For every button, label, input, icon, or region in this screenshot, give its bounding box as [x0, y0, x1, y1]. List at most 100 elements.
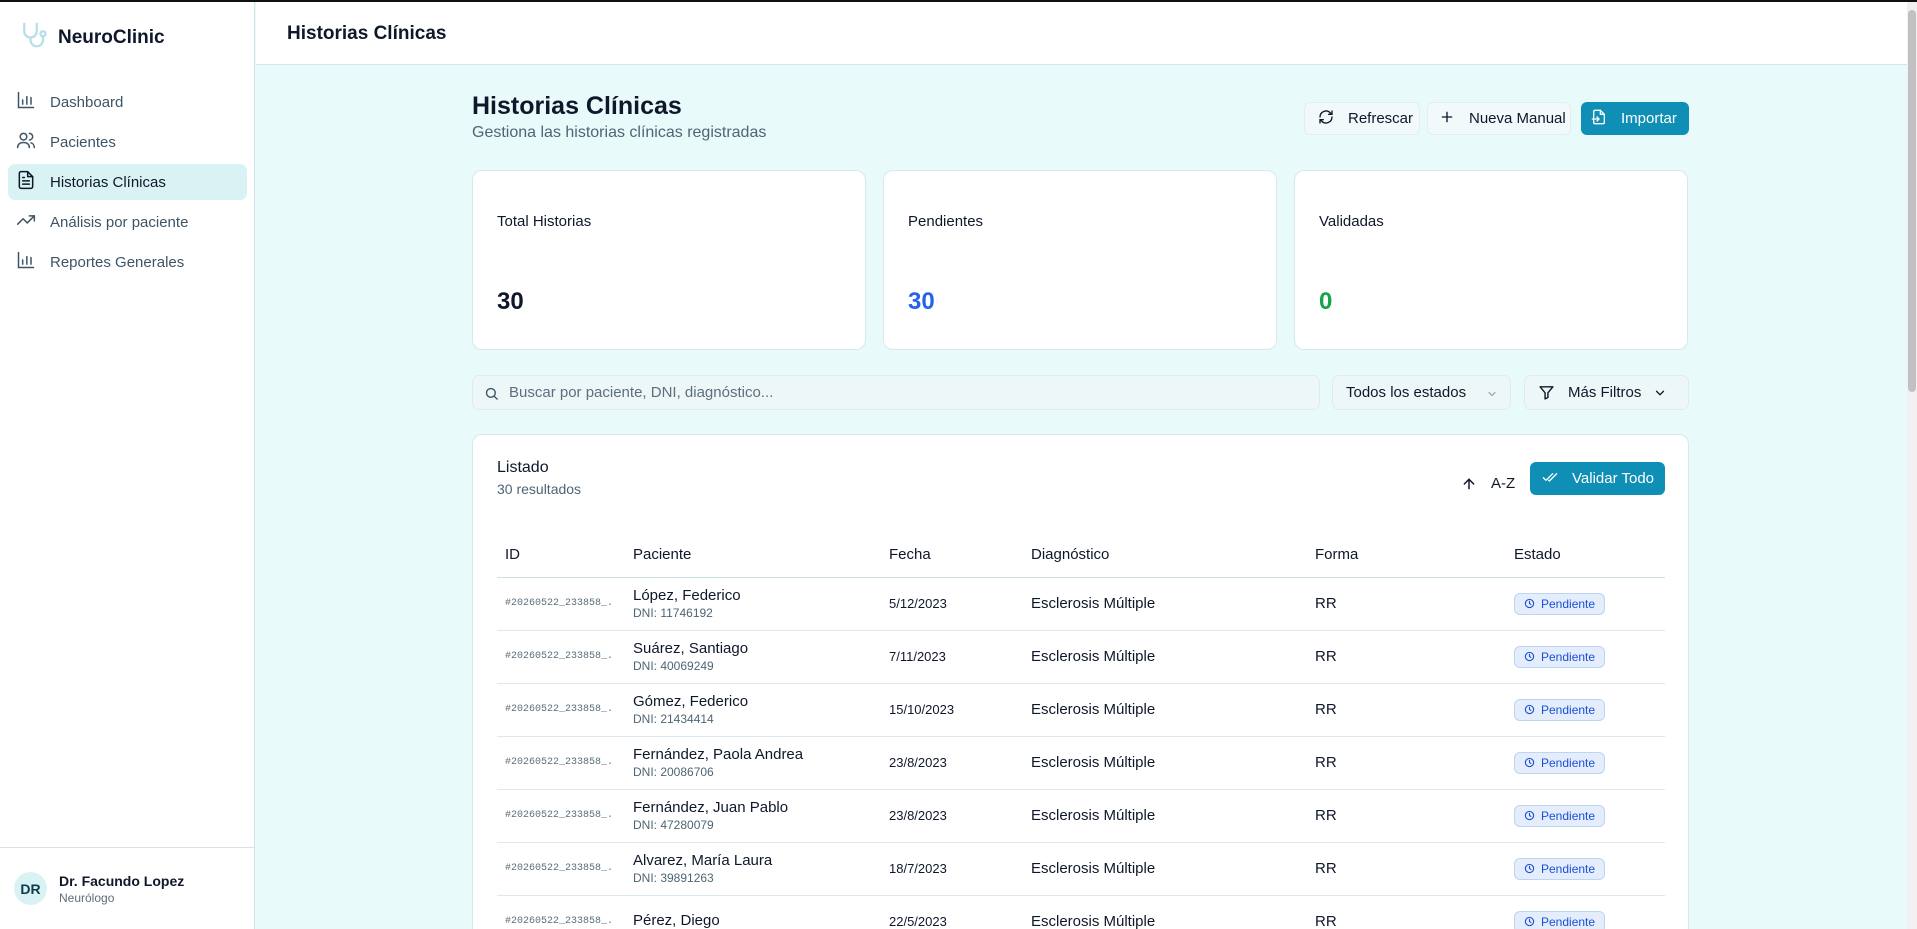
patient-name[interactable]: Fernández, Juan Pablo: [633, 799, 881, 816]
column-header-estado[interactable]: Estado: [1506, 533, 1665, 578]
patient-name[interactable]: López, Federico: [633, 587, 881, 604]
file-text-icon: [16, 170, 36, 194]
status-badge: Pendiente: [1514, 857, 1606, 880]
record-id: #20260522_233858_...: [505, 810, 615, 821]
sidebar-nav: Dashboard Pacientes Historias Clínicas A…: [8, 84, 247, 284]
sidebar-item-label: Reportes Generales: [50, 253, 185, 271]
user-role: Neurólogo: [59, 890, 115, 905]
results-count: 30 resultados: [497, 481, 582, 497]
cell-forma: RR: [1307, 736, 1506, 790]
column-header-forma[interactable]: Forma: [1307, 533, 1506, 578]
cell-id: #20260522_233858_...: [497, 789, 625, 843]
patient-dni: DNI: 40069249: [633, 659, 714, 673]
patient-name[interactable]: Alvarez, María Laura: [633, 852, 881, 869]
stat-value: 0: [1319, 288, 1333, 315]
sort-az-button[interactable]: A-Z: [1453, 468, 1517, 499]
table-row[interactable]: #20260522_233858_... Pérez, Diego 22/5/2…: [497, 895, 1665, 929]
import-button[interactable]: Importar: [1581, 102, 1689, 135]
brand[interactable]: NeuroClinic: [18, 20, 165, 55]
refresh-icon: [1318, 109, 1334, 129]
scrollbar-thumb[interactable]: [1908, 10, 1916, 392]
clock-icon: [1524, 651, 1535, 662]
status-badge: Pendiente: [1514, 910, 1606, 929]
stat-label: Validadas: [1319, 213, 1384, 230]
more-filters-button[interactable]: Más Filtros: [1524, 375, 1689, 410]
sidebar-item-label: Análisis por paciente: [50, 213, 189, 231]
status-label: Pendiente: [1541, 808, 1596, 823]
patient-dni: DNI: 47280079: [633, 818, 714, 832]
refresh-button[interactable]: Refrescar: [1304, 102, 1420, 135]
stat-label: Total Historias: [497, 213, 592, 230]
page-title: Historias Clínicas: [472, 92, 682, 120]
column-header-id[interactable]: ID: [497, 533, 625, 578]
cell-diagnostico: Esclerosis Múltiple: [1023, 736, 1307, 790]
cell-diagnostico: Esclerosis Múltiple: [1023, 789, 1307, 843]
table-row[interactable]: #20260522_233858_... Fernández, Juan Pab…: [497, 789, 1665, 843]
patient-dni: DNI: 11746192: [633, 606, 713, 620]
cell-fecha: 7/11/2023: [881, 630, 1023, 684]
sidebar-item-pacientes[interactable]: Pacientes: [8, 124, 247, 160]
column-header-paciente[interactable]: Paciente: [625, 533, 881, 578]
record-id: #20260522_233858_...: [505, 863, 615, 874]
stat-value: 30: [497, 288, 524, 315]
patient-name[interactable]: Suárez, Santiago: [633, 640, 881, 657]
search-box: [472, 375, 1320, 410]
filter-icon: [1538, 384, 1555, 401]
sidebar-item-dashboard[interactable]: Dashboard: [8, 84, 247, 120]
status-badge: Pendiente: [1514, 804, 1606, 827]
list-title: Listado: [497, 459, 549, 476]
cell-paciente: López, Federico DNI: 11746192: [625, 577, 881, 631]
cell-forma: RR: [1307, 683, 1506, 737]
cell-estado: Pendiente: [1506, 577, 1665, 631]
cell-id: #20260522_233858_...: [497, 895, 625, 929]
sidebar-item-analisis-por-paciente[interactable]: Análisis por paciente: [8, 204, 247, 240]
cell-forma: RR: [1307, 789, 1506, 843]
status-label: Pendiente: [1541, 861, 1596, 876]
patient-dni: DNI: 20086706: [633, 765, 714, 779]
new-manual-button[interactable]: Nueva Manual: [1427, 102, 1571, 135]
clock-icon: [1524, 598, 1535, 609]
column-header-diagnostico[interactable]: Diagnóstico: [1023, 533, 1307, 578]
header-title: Historias Clínicas: [287, 23, 447, 44]
status-select[interactable]: Todos los estados: [1332, 375, 1511, 410]
table-row[interactable]: #20260522_233858_... López, Federico DNI…: [497, 577, 1665, 631]
trending-up-icon: [16, 210, 36, 234]
column-header-fecha[interactable]: Fecha: [881, 533, 1023, 578]
clock-icon: [1524, 810, 1535, 821]
table-row[interactable]: #20260522_233858_... Suárez, Santiago DN…: [497, 630, 1665, 684]
table-row[interactable]: #20260522_233858_... Gómez, Federico DNI…: [497, 683, 1665, 737]
more-filters-label: Más Filtros: [1568, 384, 1642, 401]
cell-estado: Pendiente: [1506, 736, 1665, 790]
stat-card-validadas: Validadas 0: [1294, 170, 1688, 350]
user-profile[interactable]: DR Dr. Facundo Lopez Neurólogo: [0, 847, 255, 929]
cell-id: #20260522_233858_...: [497, 630, 625, 684]
patient-name[interactable]: Pérez, Diego: [633, 912, 881, 929]
record-id: #20260522_233858_...: [505, 651, 615, 662]
cell-diagnostico: Esclerosis Múltiple: [1023, 577, 1307, 631]
cell-forma: RR: [1307, 630, 1506, 684]
status-label: Pendiente: [1541, 649, 1596, 664]
table-row[interactable]: #20260522_233858_... Fernández, Paola An…: [497, 736, 1665, 790]
cell-estado: Pendiente: [1506, 683, 1665, 737]
plus-icon: [1439, 109, 1455, 129]
cell-estado: Pendiente: [1506, 842, 1665, 896]
sidebar-item-historias-clinicas[interactable]: Historias Clínicas: [8, 164, 247, 200]
page-scrollbar[interactable]: [1907, 2, 1917, 929]
records-table: ID Paciente Fecha Diagnóstico Forma Esta…: [497, 533, 1665, 929]
import-label: Importar: [1621, 110, 1677, 127]
status-badge: Pendiente: [1514, 592, 1606, 615]
cell-forma: RR: [1307, 842, 1506, 896]
sidebar-item-label: Pacientes: [50, 133, 116, 151]
patient-name[interactable]: Gómez, Federico: [633, 693, 881, 710]
cell-fecha: 15/10/2023: [881, 683, 1023, 737]
cell-id: #20260522_233858_...: [497, 577, 625, 631]
validate-all-button[interactable]: Validar Todo: [1530, 462, 1665, 495]
status-label: Pendiente: [1541, 702, 1596, 717]
cell-estado: Pendiente: [1506, 895, 1665, 929]
sidebar-item-reportes-generales[interactable]: Reportes Generales: [8, 244, 247, 280]
table-row[interactable]: #20260522_233858_... Alvarez, María Laur…: [497, 842, 1665, 896]
new-manual-label: Nueva Manual: [1469, 110, 1566, 127]
patient-name[interactable]: Fernández, Paola Andrea: [633, 746, 881, 763]
search-input[interactable]: [509, 376, 1309, 409]
cell-diagnostico: Esclerosis Múltiple: [1023, 895, 1307, 929]
